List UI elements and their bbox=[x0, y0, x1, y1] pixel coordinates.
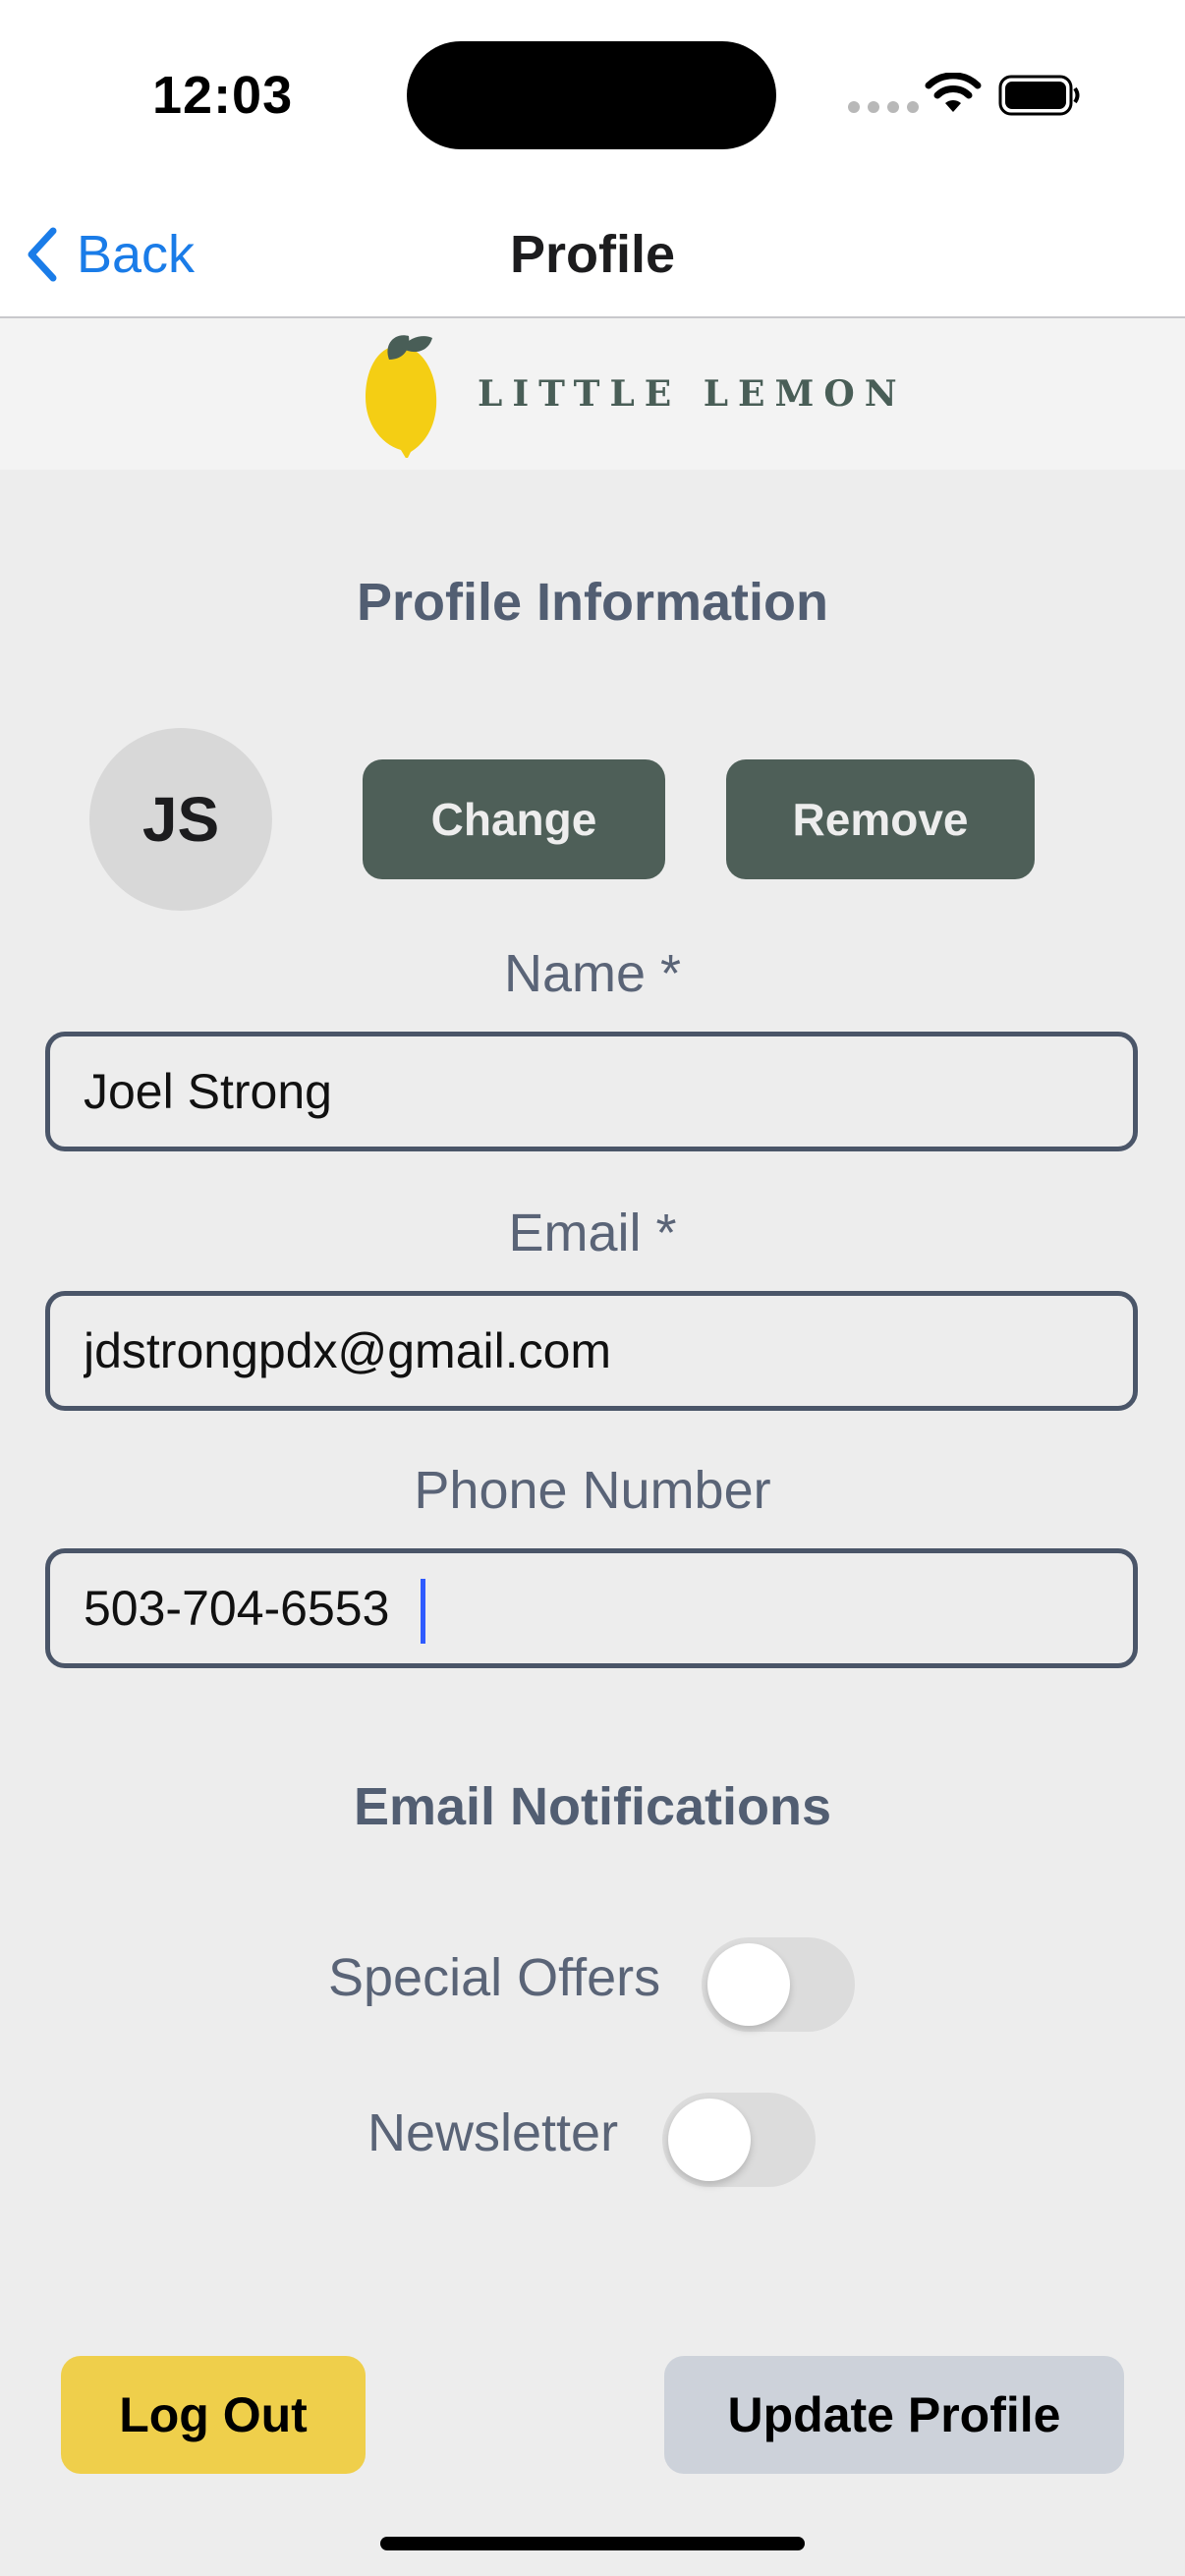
special-offers-label: Special Offers bbox=[328, 1948, 661, 2007]
toggle-knob bbox=[668, 2099, 751, 2181]
avatar: JS bbox=[89, 728, 272, 911]
logo-text: LITTLE LEMON bbox=[478, 373, 907, 415]
phone-field-box bbox=[45, 1548, 1138, 1668]
name-field[interactable] bbox=[50, 1036, 1133, 1147]
phone-field[interactable] bbox=[50, 1553, 1133, 1663]
status-time: 12:03 bbox=[152, 66, 294, 125]
navigation-bar: Back Profile bbox=[0, 187, 1185, 318]
profile-information-heading: Profile Information bbox=[356, 573, 828, 632]
special-offers-row: Special Offers bbox=[0, 1932, 1185, 2032]
profile-screen: 12:03 Back Profile LITTLE LEMON Profile … bbox=[0, 0, 1185, 2576]
text-caret bbox=[421, 1579, 425, 1644]
log-out-button[interactable]: Log Out bbox=[61, 2356, 366, 2474]
email-field-box bbox=[45, 1291, 1138, 1411]
email-field[interactable] bbox=[50, 1296, 1133, 1406]
change-avatar-button[interactable]: Change bbox=[363, 759, 665, 879]
special-offers-toggle[interactable] bbox=[702, 1937, 855, 2032]
newsletter-toggle[interactable] bbox=[662, 2093, 816, 2187]
header-logo-band: LITTLE LEMON bbox=[0, 318, 1185, 470]
newsletter-label: Newsletter bbox=[367, 2103, 619, 2162]
wifi-icon bbox=[925, 73, 982, 112]
page-title: Profile bbox=[509, 225, 676, 284]
lemon-icon bbox=[366, 335, 437, 458]
newsletter-row: Newsletter bbox=[0, 2087, 1185, 2187]
home-indicator[interactable] bbox=[380, 2537, 805, 2550]
email-notifications-heading: Email Notifications bbox=[353, 1777, 832, 1836]
name-field-box bbox=[45, 1032, 1138, 1151]
dynamic-island bbox=[407, 41, 776, 149]
cellular-signal-icon bbox=[848, 101, 919, 113]
update-profile-button[interactable]: Update Profile bbox=[664, 2356, 1124, 2474]
status-bar: 12:03 bbox=[0, 0, 1185, 187]
phone-label: Phone Number bbox=[414, 1461, 771, 1520]
name-label: Name * bbox=[503, 944, 682, 1003]
toggle-knob bbox=[707, 1943, 790, 2026]
remove-avatar-button[interactable]: Remove bbox=[726, 759, 1035, 879]
battery-icon bbox=[998, 75, 1080, 116]
brand-logo: LITTLE LEMON bbox=[360, 330, 907, 458]
email-label: Email * bbox=[508, 1204, 677, 1262]
